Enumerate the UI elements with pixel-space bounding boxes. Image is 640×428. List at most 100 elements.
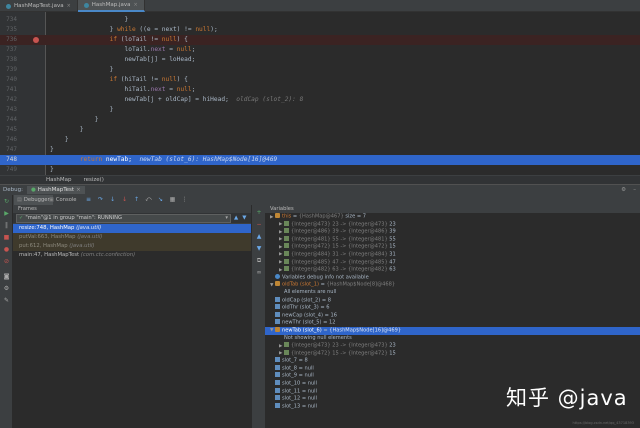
variable-row[interactable]: ▶ {Integer@473} 23 -> {Integer@473} 23 [265,342,640,350]
variable-row[interactable]: ▼ newTab (slot_6) = {HashMap$Node[16]@469… [265,326,640,335]
line-number[interactable]: 734 [0,15,17,25]
variable-type: {Integer@473} 23 -> {Integer@473} [291,342,388,349]
pin-icon[interactable]: ✎ [3,297,10,304]
breakpoint-icon[interactable] [33,37,39,43]
variable-row[interactable]: oldCap (slot_2) = 8 [265,296,640,305]
breadcrumb-class[interactable]: HashMap [46,177,71,183]
line-number[interactable]: 736 [0,35,17,45]
move-down-icon[interactable]: ▼ [255,245,263,253]
line-number[interactable]: 749 [0,165,17,175]
step-into-icon[interactable]: ↓ [109,196,116,203]
variable-row[interactable]: All elements are null [265,289,640,297]
thread-dropdown[interactable]: ✓ "main"@1 in group "main": RUNNING ▾ [16,213,231,223]
code-line[interactable]: 735 } while ((e = next) != null); [0,25,640,35]
line-number[interactable]: 745 [0,125,17,135]
close-icon[interactable]: × [67,3,71,9]
glasses-icon[interactable]: ∞ [255,269,263,277]
code-line[interactable]: 749} [0,165,640,175]
code-line[interactable]: 740 if (hiTail != null) { [0,75,640,85]
resume-icon[interactable]: ▶ [3,210,10,217]
remove-watch-icon[interactable]: − [255,221,263,229]
variable-row[interactable]: Variables debug info not available [265,273,640,282]
settings-icon[interactable]: ⚙ [3,285,10,292]
code-line[interactable]: 741 hiTail.next = null; [0,85,640,95]
tab-hashmap[interactable]: HashMap.java × [77,0,145,12]
minimize-icon[interactable]: – [633,187,636,193]
line-number[interactable]: 740 [0,75,17,85]
variable-detail: 23 [387,342,396,349]
variable-row[interactable]: ▶ {Integer@472} 15 -> {Integer@472} 15 [265,243,640,251]
code-editor[interactable]: 734 } 735 } while ((e = next) != null); 73… [0,12,640,175]
tab-hashmaptest[interactable]: HashMapTest.java × [0,0,78,12]
breakpoint-line[interactable]: 736 if (loTail != null) { [0,35,640,45]
variable-row[interactable]: ▶ this = {HashMap@467} size = 7 [265,213,640,221]
variable-row[interactable]: ▶ {Integer@472} 15 -> {Integer@472} 15 [265,349,640,358]
close-icon[interactable]: × [76,187,81,193]
force-step-into-icon[interactable]: ↓ [121,196,128,203]
code-line[interactable]: 746 } [0,135,640,145]
code-line[interactable]: 739 } [0,65,640,75]
variable-row[interactable]: ▶ {Integer@482} 63 -> {Integer@482} 63 [265,266,640,274]
code-line[interactable]: 737 loTail.next = null; [0,45,640,55]
line-number[interactable]: 747 [0,145,17,155]
add-watch-icon[interactable]: + [255,209,263,217]
line-number[interactable]: 748 [0,155,17,165]
line-number[interactable]: 742 [0,95,17,105]
variable-row[interactable]: ▶ {Integer@473} 23 -> {Integer@473} 23 [265,220,640,229]
copy-icon[interactable]: ⧉ [255,257,263,265]
run-to-cursor-icon[interactable]: ↘ [157,196,164,203]
line-number[interactable]: 743 [0,105,17,115]
variable-row[interactable]: slot_8 = null [265,364,640,373]
step-over-icon[interactable]: ↷ [97,196,104,203]
evaluate-expression-icon[interactable]: ▦ [169,196,176,203]
variable-row[interactable]: slot_7 = 8 [265,357,640,365]
trace-icon[interactable]: ⋮ [181,196,188,203]
variable-row[interactable]: slot_9 = null [265,372,640,380]
variable-row[interactable]: Not showing null elements [265,335,640,343]
variable-row[interactable]: ▼ oldTab (slot_1) = {HashMap$Node[8]@468} [265,281,640,289]
drop-frame-icon[interactable]: ⤺ [145,196,152,203]
variable-row[interactable]: newCap (slot_4) = 16 [265,311,640,320]
step-out-icon[interactable]: ↑ [133,196,140,203]
variable-row[interactable]: ▶ {Integer@484} 31 -> {Integer@484} 31 [265,250,640,259]
stack-frame[interactable]: resize:748, HashMap (java.util) [13,224,264,233]
code-line[interactable]: 734 } [0,15,640,25]
stack-frame[interactable]: put:612, HashMap (java.util) [13,242,264,251]
camera-icon[interactable]: ◙ [3,273,10,280]
code-line[interactable]: 745 } [0,125,640,135]
variable-row[interactable]: ▶ {Integer@485} 47 -> {Integer@485} 47 [265,258,640,267]
code-line[interactable]: 744 } [0,115,640,125]
arrow-up-icon[interactable]: ▲ [234,215,238,221]
stack-frame[interactable]: putVal:663, HashMap (java.util) [13,233,264,242]
current-execution-line[interactable]: 748 return newTab; newTab (slot_6): Hash… [0,155,640,165]
code-line[interactable]: 747} [0,145,640,155]
stack-frame[interactable]: main:47, HashMapTest (com.ctc.confection… [13,251,264,260]
arrow-down-icon[interactable]: ▼ [242,215,246,221]
line-number[interactable]: 735 [0,25,17,35]
variable-row[interactable]: oldThr (slot_3) = 6 [265,304,640,312]
variable-row[interactable]: newThr (slot_5) = 12 [265,319,640,327]
rerun-icon[interactable]: ↻ [3,198,10,205]
line-number[interactable]: 737 [0,45,17,55]
close-icon[interactable]: × [134,2,138,8]
breadcrumb-method[interactable]: resize() [83,177,103,183]
mute-breakpoints-icon[interactable]: ⊘ [3,258,10,265]
pause-icon[interactable]: ‖ [3,222,10,229]
run-config-tab[interactable]: ● HashMapTest × [26,186,85,194]
show-execution-point-icon[interactable]: ≡ [85,196,92,203]
code-line[interactable]: 738 newTab[j] = loHead; [0,55,640,65]
move-up-icon[interactable]: ▲ [255,233,263,241]
tab-console[interactable]: ▣ Console [46,195,80,205]
line-number[interactable]: 739 [0,65,17,75]
line-number[interactable]: 746 [0,135,17,145]
gear-icon[interactable]: ⚙ [621,187,626,193]
line-number[interactable]: 744 [0,115,17,125]
variable-row[interactable]: ▶ {Integer@481} 55 -> {Integer@481} 55 [265,235,640,244]
line-number[interactable]: 738 [0,55,17,65]
variable-row[interactable]: ▶ {Integer@486} 39 -> {Integer@486} 39 [265,228,640,236]
line-number[interactable]: 741 [0,85,17,95]
code-line[interactable]: 743 } [0,105,640,115]
stop-icon[interactable]: ■ [3,234,10,241]
code-line[interactable]: 742 newTab[j + oldCap] = hiHead; oldCap … [0,95,640,105]
view-breakpoints-icon[interactable]: ● [3,246,10,253]
